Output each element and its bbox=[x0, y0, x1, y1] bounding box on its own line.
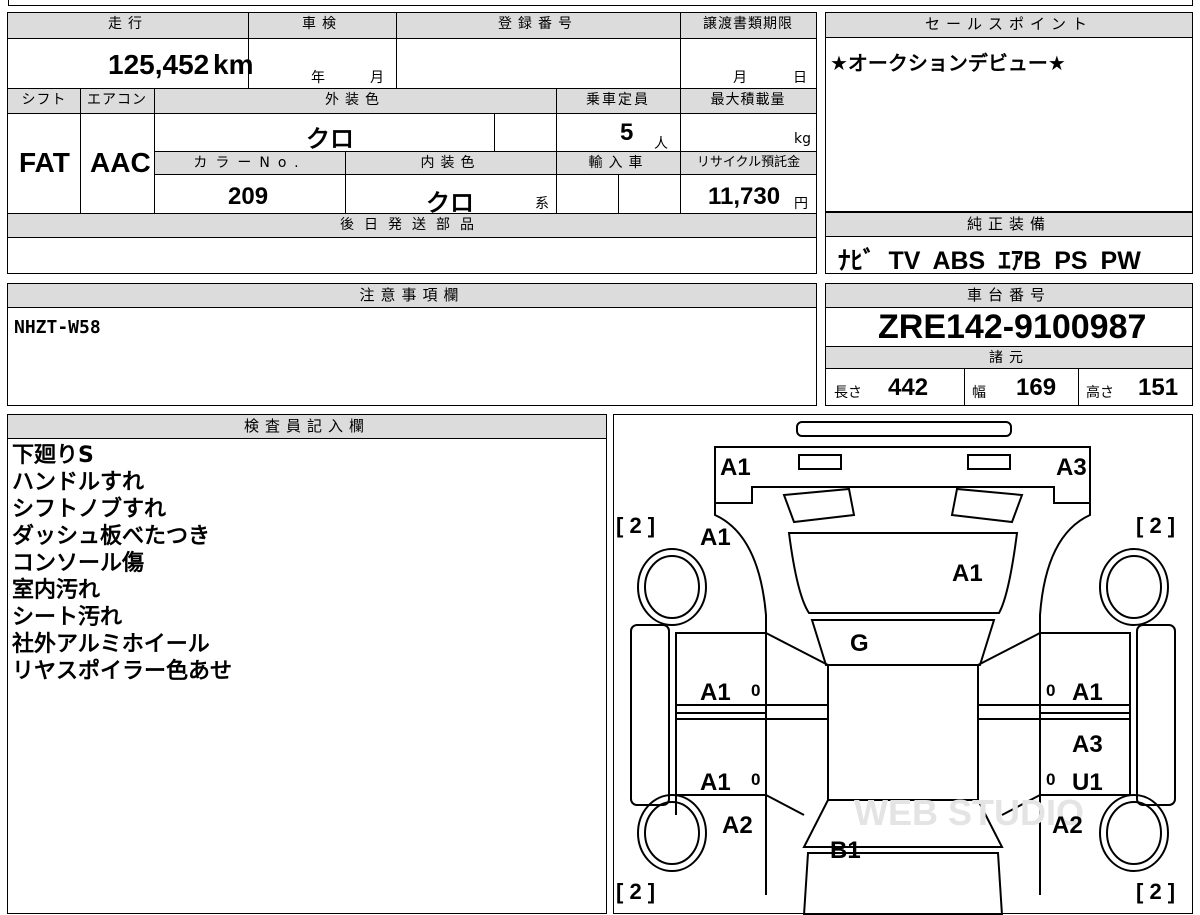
recycle-unit: 円 bbox=[794, 196, 808, 212]
length-label: 長さ bbox=[834, 385, 862, 401]
exterior-header: 外装色 bbox=[154, 89, 556, 113]
caution-text: NHZT-W58 bbox=[14, 317, 101, 338]
shift-header: シフト bbox=[8, 89, 80, 113]
equipment-panel: 純正装備 ﾅﾋﾞ TV ABS ｴｱB PS PW bbox=[825, 212, 1193, 277]
maxload-header: 最大積載量 bbox=[680, 89, 816, 113]
inspector-note: 室内汚れ bbox=[12, 578, 101, 603]
aircon-value: AAC bbox=[90, 147, 151, 178]
equipment-header: 純正装備 bbox=[826, 213, 1192, 237]
code-fender-left: A1 bbox=[700, 524, 731, 551]
inspector-note: リヤスポイラー色あせ bbox=[12, 659, 233, 684]
code-hood: A1 bbox=[952, 560, 983, 587]
tire-code-rl: [ 2 ] bbox=[616, 879, 655, 904]
glass-mark-fr: 0 bbox=[1046, 681, 1055, 700]
height-value: 151 bbox=[1138, 374, 1179, 401]
specs-header: 諸元 bbox=[826, 346, 1192, 369]
capacity-value: 5 bbox=[620, 119, 634, 146]
import-header: 輸入車 bbox=[557, 152, 680, 174]
chassis-number: ZRE142-9100987 bbox=[878, 308, 1147, 346]
code-rear-door-left: A1 bbox=[700, 769, 731, 796]
capacity-unit: 人 bbox=[654, 136, 668, 152]
top-strip bbox=[8, 0, 1193, 6]
inspector-note: ハンドルすれ bbox=[12, 470, 145, 495]
code-front-door-left: A1 bbox=[700, 679, 731, 706]
glass-mark-fl: 0 bbox=[751, 681, 760, 700]
vehicle-info-grid: 走行 車検 登録番号 譲渡書類期限 125,452 km 年 月 月 日 シフト… bbox=[7, 12, 817, 274]
capacity-header: 乗車定員 bbox=[556, 89, 680, 113]
inspector-note: シフトノブすれ bbox=[12, 497, 167, 522]
width-value: 169 bbox=[1016, 374, 1057, 401]
code-front-left: A1 bbox=[720, 454, 751, 481]
equipment-item: ABS bbox=[932, 247, 986, 275]
exterior-value: クロ bbox=[306, 126, 354, 153]
code-front-door-right: A1 bbox=[1072, 679, 1103, 706]
interior-suffix: 系 bbox=[535, 196, 549, 212]
inspection-header: 車検 bbox=[248, 13, 396, 38]
inspector-note: 下廻りS bbox=[12, 443, 94, 468]
tire-code-rr: [ 2 ] bbox=[1136, 879, 1175, 904]
caution-header: 注意事項欄 bbox=[8, 284, 816, 308]
code-quarter-left: A2 bbox=[722, 812, 753, 839]
code-windshield: G bbox=[850, 630, 869, 657]
transfer-month-label: 月 bbox=[733, 70, 747, 86]
inspector-note: ダッシュ板べたつき bbox=[12, 524, 211, 549]
sales-point-panel: セールスポイント ★オークションデビュー★ bbox=[825, 12, 1193, 212]
code-rear-door-right-1: A3 bbox=[1072, 731, 1103, 758]
recycle-value: 11,730 bbox=[708, 183, 781, 210]
inspection-year-label: 年 bbox=[311, 70, 325, 86]
width-label: 幅 bbox=[972, 385, 986, 401]
aircon-header: エアコン bbox=[80, 89, 154, 113]
equipment-item: ﾅﾋﾞ bbox=[838, 247, 876, 275]
glass-mark-rr: 0 bbox=[1046, 770, 1055, 789]
caution-panel: 注意事項欄 NHZT-W58 bbox=[7, 283, 817, 406]
sales-point-header: セールスポイント bbox=[826, 13, 1192, 38]
inspector-note: コンソール傷 bbox=[12, 551, 145, 576]
tire-code-fr: [ 2 ] bbox=[1136, 513, 1175, 538]
tire-code-fl: [ 2 ] bbox=[616, 513, 655, 538]
damage-diagram-panel: WEB STUDIO A1 A3 A1 A1 G A1 A1 A3 A1 U1 … bbox=[613, 414, 1193, 915]
transfer-header: 譲渡書類期限 bbox=[680, 13, 816, 38]
later-parts-header: 後日発送部品 bbox=[8, 214, 816, 237]
color-no-value: 209 bbox=[228, 183, 269, 210]
code-trunk: B1 bbox=[830, 837, 861, 864]
inspector-panel: 検査員記入欄 下廻りS ハンドルすれ シフトノブすれ ダッシュ板べたつき コンソ… bbox=[7, 414, 607, 914]
transfer-day-label: 日 bbox=[793, 70, 807, 86]
registration-header: 登録番号 bbox=[396, 13, 680, 38]
shift-value: FAT bbox=[19, 147, 70, 178]
inspector-note: 社外アルミホイール bbox=[12, 632, 210, 657]
equipment-list: ﾅﾋﾞ TV ABS ｴｱB PS PW bbox=[838, 241, 1141, 277]
inspector-header: 検査員記入欄 bbox=[8, 415, 606, 439]
watermark: WEB STUDIO bbox=[854, 792, 1084, 833]
mileage-value: 125,452 bbox=[108, 49, 210, 80]
code-quarter-right: A2 bbox=[1052, 812, 1083, 839]
color-no-header: カラーNo. bbox=[155, 152, 345, 174]
equipment-item: PW bbox=[1100, 247, 1141, 275]
chassis-panel: 車台番号 ZRE142-9100987 諸元 長さ 442 幅 169 高さ 1… bbox=[825, 283, 1193, 406]
maxload-unit: kg bbox=[794, 131, 811, 147]
height-label: 高さ bbox=[1086, 385, 1114, 401]
inspection-month-label: 月 bbox=[370, 70, 384, 86]
car-diagram: WEB STUDIO A1 A3 A1 A1 G A1 A1 A3 A1 U1 … bbox=[616, 421, 1176, 915]
interior-header: 内装色 bbox=[345, 152, 556, 174]
length-value: 442 bbox=[888, 374, 929, 401]
mileage-unit: km bbox=[213, 49, 254, 80]
equipment-item: ｴｱB bbox=[998, 247, 1042, 275]
sales-point-text: ★オークションデビュー★ bbox=[830, 51, 1066, 75]
mileage-header: 走行 bbox=[8, 13, 248, 38]
code-front-right: A3 bbox=[1056, 454, 1087, 481]
chassis-header: 車台番号 bbox=[826, 284, 1192, 308]
equipment-item: PS bbox=[1054, 247, 1088, 275]
glass-mark-rl: 0 bbox=[751, 770, 760, 789]
inspector-note: シート汚れ bbox=[12, 605, 123, 630]
recycle-header: リサイクル預託金 bbox=[681, 152, 816, 174]
inspector-notes: 下廻りS ハンドルすれ シフトノブすれ ダッシュ板べたつき コンソール傷 室内汚… bbox=[12, 442, 232, 685]
equipment-item: TV bbox=[888, 247, 921, 275]
code-rear-door-right-2: U1 bbox=[1072, 769, 1103, 796]
